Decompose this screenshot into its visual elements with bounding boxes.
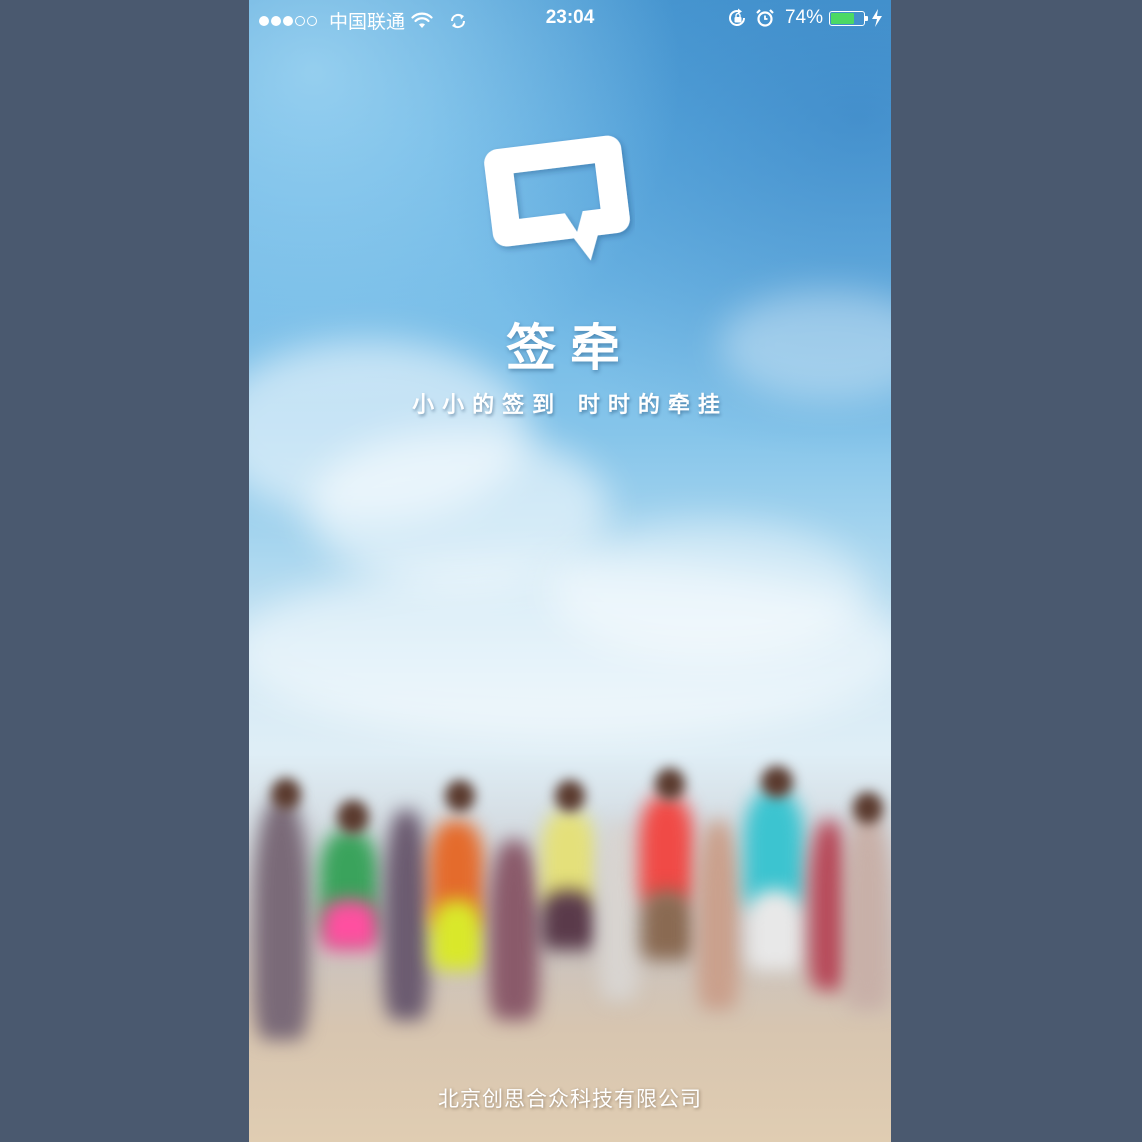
app-name: 签牵 xyxy=(506,319,634,377)
person xyxy=(844,810,891,1010)
person xyxy=(431,900,483,970)
person xyxy=(321,900,379,950)
person-head xyxy=(853,792,883,824)
battery-level-fill xyxy=(831,12,855,24)
person-head xyxy=(445,780,475,812)
crowd-photo xyxy=(249,740,891,1060)
app-slogan: 小小的签到 时时的牵挂 xyxy=(412,393,728,418)
person-head xyxy=(655,768,685,800)
person xyxy=(697,820,739,1010)
person xyxy=(747,890,803,970)
splash-screen: 中国联通 23:04 74% 签牵 小小的签到 时时的牵挂 北京创思合众科技有限… xyxy=(249,0,891,1142)
person xyxy=(254,800,309,1040)
person xyxy=(599,820,639,1000)
person xyxy=(384,810,429,1020)
status-right: 74% xyxy=(727,7,883,29)
battery-percent: 74% xyxy=(784,7,823,28)
person-head xyxy=(337,800,369,834)
company-name: 北京创思合众科技有限公司 xyxy=(438,1087,702,1111)
person-head xyxy=(761,766,793,798)
battery-icon xyxy=(829,10,868,26)
rotation-lock-icon xyxy=(728,8,745,26)
status-bar: 中国联通 23:04 74% xyxy=(249,0,891,36)
person xyxy=(809,820,849,990)
person xyxy=(641,890,693,960)
battery-tip xyxy=(865,15,868,21)
person xyxy=(541,890,596,950)
cloud xyxy=(549,520,869,660)
person-head xyxy=(271,778,301,810)
speech-bubble-logo-icon xyxy=(484,135,630,261)
person xyxy=(639,795,694,905)
alarm-icon xyxy=(756,9,774,27)
lightning-icon xyxy=(872,9,882,27)
person xyxy=(489,840,539,1020)
person-head xyxy=(555,780,585,812)
